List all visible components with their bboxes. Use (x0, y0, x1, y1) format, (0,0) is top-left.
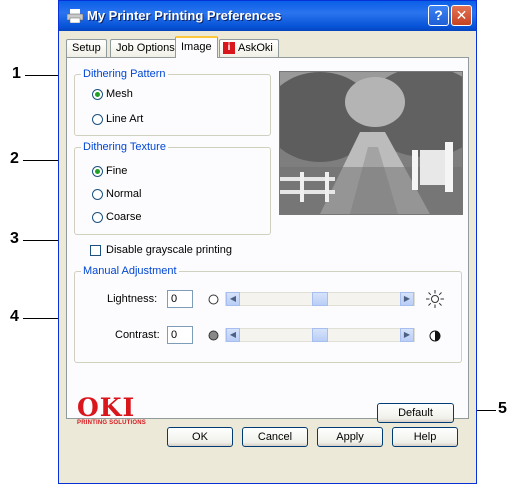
oki-logo-tagline: PRINTING SOLUTIONS (77, 420, 146, 426)
ok-button[interactable]: OK (167, 427, 233, 447)
radio-mesh-label: Mesh (106, 88, 133, 101)
callout-4-line (23, 318, 61, 319)
radio-coarse-label: Coarse (106, 211, 142, 224)
oki-logo-text: OKI (77, 393, 136, 422)
grayscale-label: Disable grayscale printing (106, 244, 232, 256)
lightness-slider[interactable]: ◀ ▶ (225, 292, 415, 306)
tab-askoki[interactable]: i AskOki (219, 39, 279, 57)
title-bar[interactable]: My Printer Printing Preferences ? ✕ (59, 1, 476, 31)
callout-1-number: 1 (12, 65, 21, 82)
tab-job-options[interactable]: Job Options (110, 39, 181, 57)
oki-logo: OKI PRINTING SOLUTIONS (77, 393, 146, 426)
lightness-slider-right-button[interactable]: ▶ (400, 292, 414, 306)
callout-3-number: 3 (10, 230, 19, 247)
radio-line-art-label: Line Art (106, 113, 144, 126)
tab-image[interactable]: Image (175, 36, 218, 58)
radio-line-art[interactable]: Line Art (92, 112, 143, 126)
close-icon: ✕ (455, 7, 468, 23)
callout-3-line (23, 240, 61, 241)
callout-5-number: 5 (498, 400, 507, 417)
printer-icon (67, 9, 83, 23)
radio-fine[interactable]: Fine (92, 164, 127, 178)
apply-button[interactable]: Apply (317, 427, 383, 447)
dithering-texture-group: Dithering Texture Fine Normal Coarse (74, 141, 271, 235)
lightness-slider-thumb[interactable] (312, 292, 328, 306)
tab-job-options-label: Job Options (116, 42, 175, 54)
manual-adjustment-legend: Manual Adjustment (81, 265, 179, 277)
info-icon: i (223, 42, 235, 55)
printing-preferences-dialog: My Printer Printing Preferences ? ✕ Setu… (58, 0, 477, 484)
window-title: My Printer Printing Preferences (87, 8, 282, 23)
question-icon: ? (434, 7, 443, 23)
radio-coarse-indicator[interactable] (92, 211, 103, 223)
lightness-slider-left-button[interactable]: ◀ (226, 292, 240, 306)
contrast-slider[interactable]: ◀ ▶ (225, 328, 415, 342)
default-button[interactable]: Default (377, 403, 454, 423)
close-button[interactable]: ✕ (451, 5, 472, 26)
image-preview (279, 71, 463, 215)
contrast-slider-left-button[interactable]: ◀ (226, 328, 240, 342)
tab-setup[interactable]: Setup (66, 39, 107, 57)
radio-fine-indicator[interactable] (92, 165, 103, 177)
contrast-input[interactable]: 0 (167, 326, 193, 344)
callout-4-number: 4 (10, 308, 19, 325)
radio-normal[interactable]: Normal (92, 187, 141, 201)
lightness-label: Lightness: (107, 293, 158, 305)
cancel-button[interactable]: Cancel (242, 427, 308, 447)
radio-mesh[interactable]: Mesh (92, 87, 133, 101)
dithering-pattern-group: Dithering Pattern Mesh Line Art (74, 68, 271, 136)
contrast-label: Contrast: (115, 329, 160, 341)
dithering-texture-legend: Dithering Texture (81, 141, 168, 153)
manual-adjustment-group: Manual Adjustment Lightness: 0 ◀ ▶ Contr… (74, 265, 462, 363)
lightness-input[interactable]: 0 (167, 290, 193, 308)
tree-lined-road-image (280, 72, 462, 214)
radio-fine-label: Fine (106, 165, 128, 178)
callout-2-number: 2 (10, 150, 19, 167)
tab-askoki-label: AskOki (238, 42, 273, 54)
callout-1-line (25, 75, 61, 76)
contrast-slider-thumb[interactable] (312, 328, 328, 342)
callout-2-line (23, 160, 61, 161)
tab-setup-label: Setup (72, 42, 101, 54)
radio-mesh-indicator[interactable] (92, 88, 103, 100)
radio-coarse[interactable]: Coarse (92, 210, 141, 224)
radio-line-art-indicator[interactable] (92, 113, 103, 125)
dithering-pattern-legend: Dithering Pattern (81, 68, 168, 80)
contrast-slider-right-button[interactable]: ▶ (400, 328, 414, 342)
high-contrast-icon (429, 330, 441, 342)
low-contrast-icon (208, 330, 219, 341)
radio-normal-indicator[interactable] (92, 188, 103, 200)
help-title-button[interactable]: ? (428, 5, 449, 26)
radio-normal-label: Normal (106, 188, 142, 201)
tab-image-label: Image (181, 41, 212, 53)
help-button[interactable]: Help (392, 427, 458, 447)
grayscale-checkbox[interactable] (90, 245, 101, 256)
light-circle-icon (208, 294, 219, 305)
image-tab-panel: Dithering Pattern Mesh Line Art Ditherin… (66, 57, 469, 426)
sun-icon (426, 290, 444, 308)
